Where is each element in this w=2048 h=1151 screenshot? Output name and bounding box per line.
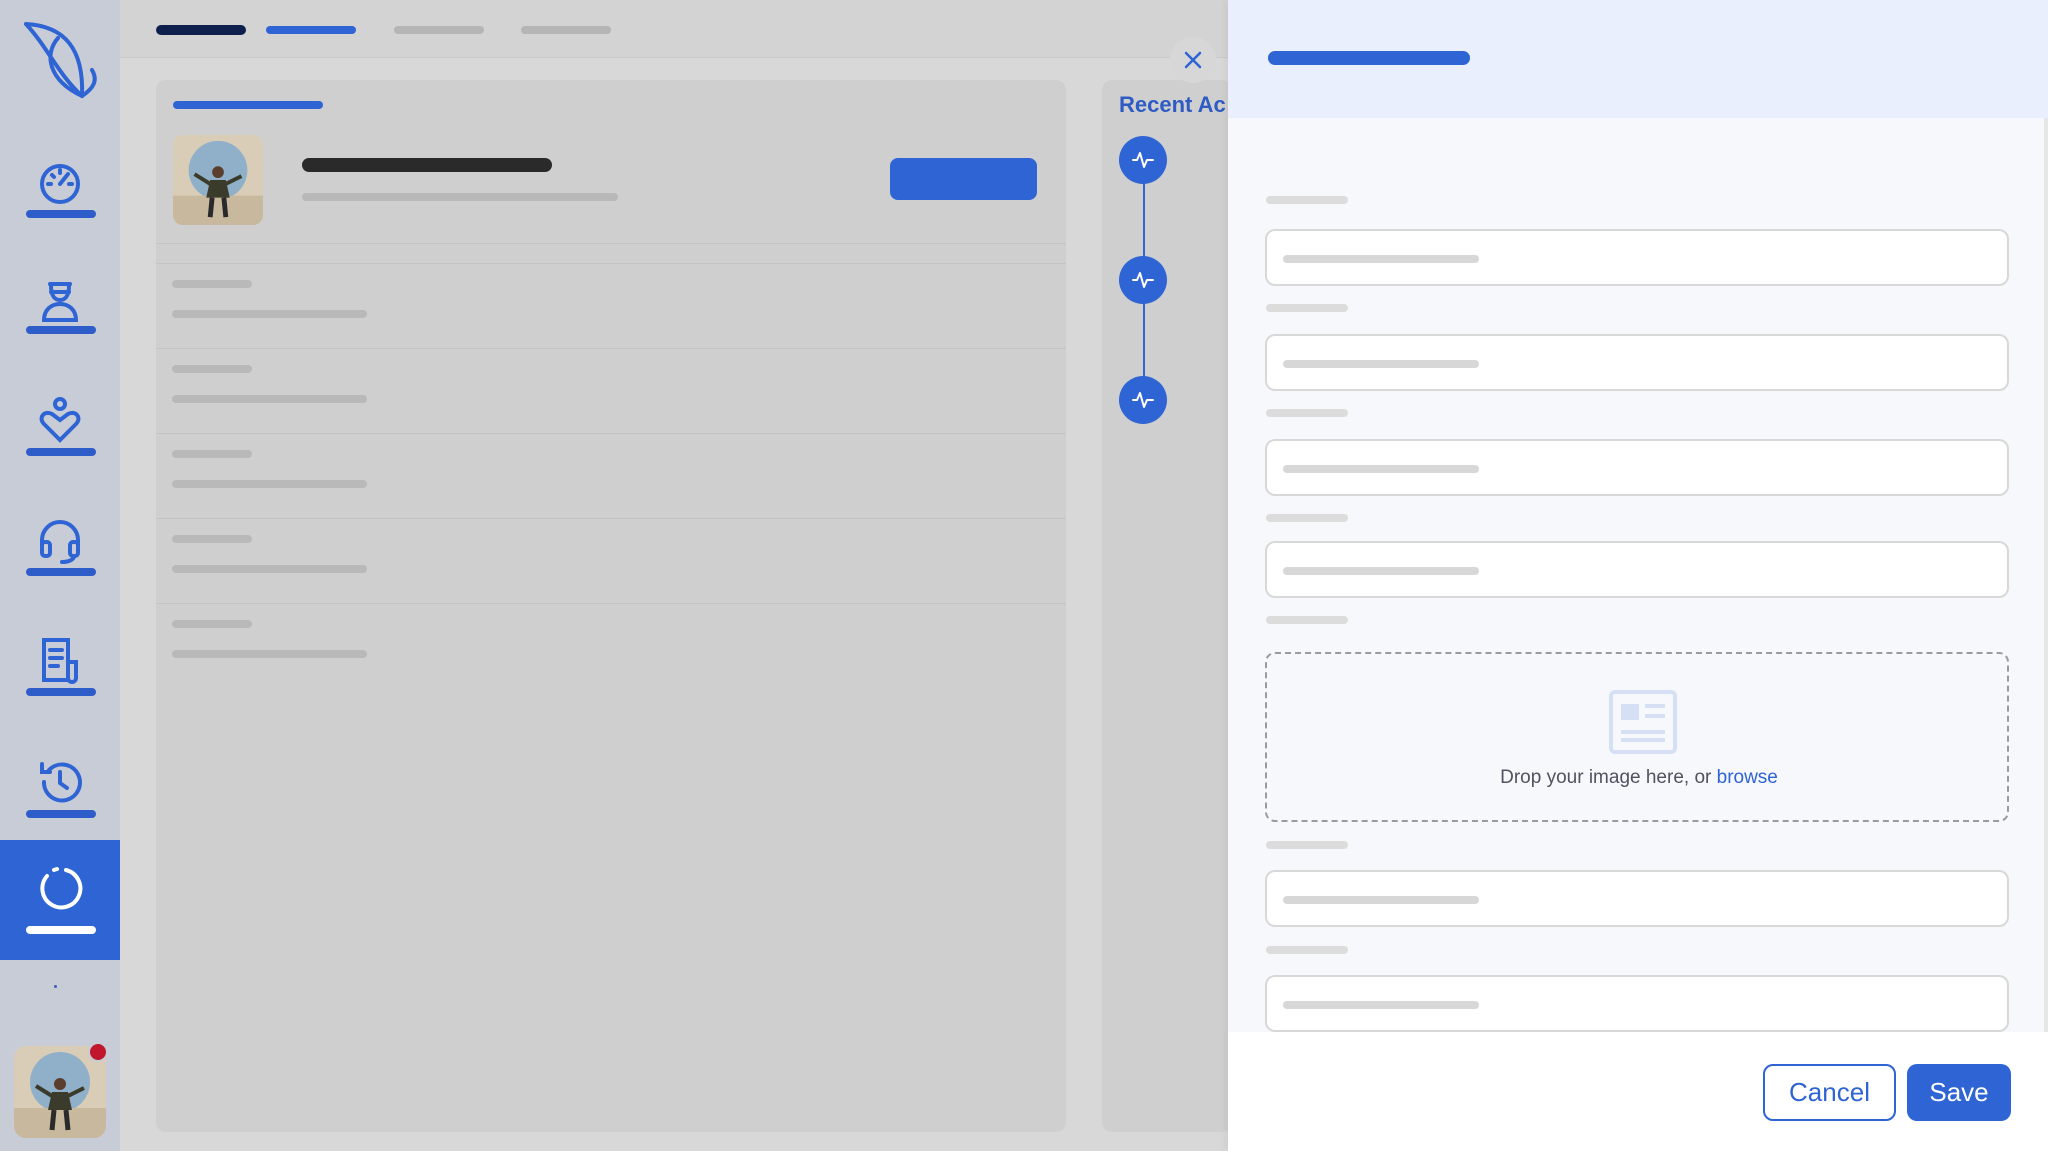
profile-action-button[interactable]: [890, 158, 1037, 200]
sidebar: [0, 0, 120, 1151]
nav-item-active-loading[interactable]: [0, 840, 120, 960]
drawer-scrollbar[interactable]: [2044, 118, 2048, 1032]
info-row-label: [172, 365, 252, 373]
activity-pulse-icon: [1132, 272, 1154, 288]
drawer-footer: Cancel Save: [1228, 1032, 2048, 1151]
nav-label-bar: [26, 448, 96, 456]
dropzone-prompt: Drop your image here, or: [1500, 767, 1717, 788]
recent-activity-title: Recent Ac: [1119, 92, 1226, 117]
profile-avatar: [173, 135, 263, 225]
form-input[interactable]: [1265, 229, 2009, 286]
info-row-value: [172, 395, 367, 403]
nav-label-bar: [26, 810, 96, 818]
top-tabs-bar: [120, 0, 1228, 58]
doctor-icon: [41, 282, 79, 322]
image-dropzone[interactable]: Drop your image here, or browse: [1265, 652, 2009, 822]
nav-label-bar: [26, 568, 96, 576]
info-row: [156, 518, 1066, 603]
info-row-label: [172, 280, 252, 288]
input-placeholder: [1283, 465, 1479, 473]
info-row-label: [172, 620, 252, 628]
card-heading: [173, 101, 323, 109]
nav-item-dashboard[interactable]: [0, 140, 120, 260]
leaf-logo-icon[interactable]: [18, 18, 100, 100]
tab-4[interactable]: [521, 26, 611, 34]
drawer-title: [1268, 51, 1470, 65]
save-button[interactable]: Save: [1907, 1064, 2011, 1121]
input-placeholder: [1283, 360, 1479, 368]
input-placeholder: [1283, 567, 1479, 575]
dropzone-text: Drop your image here, or browse: [1267, 767, 2011, 789]
nav-item-care[interactable]: [0, 378, 120, 498]
nav-label-bar: [26, 210, 96, 218]
input-placeholder: [1283, 1001, 1479, 1009]
info-row: [156, 433, 1066, 518]
close-drawer-button[interactable]: [1170, 37, 1216, 83]
field-label: [1266, 514, 1348, 522]
field-label: [1266, 841, 1348, 849]
info-row: [156, 263, 1066, 348]
image-placeholder-icon: [1609, 690, 1677, 754]
info-row: [156, 348, 1066, 433]
activity-pulse-icon: [1132, 152, 1154, 168]
activity-item[interactable]: [1119, 256, 1167, 304]
profile-subtitle: [302, 193, 618, 201]
drawer-header: [1228, 0, 2048, 118]
cancel-button[interactable]: Cancel: [1763, 1064, 1896, 1121]
form-input[interactable]: [1265, 334, 2009, 391]
activity-pulse-icon: [1132, 392, 1154, 408]
info-row-value: [172, 650, 367, 658]
form-input[interactable]: [1265, 870, 2009, 927]
field-label: [1266, 616, 1348, 624]
close-icon: [1184, 51, 1202, 69]
nav-item-reports[interactable]: [0, 618, 120, 738]
form-input[interactable]: [1265, 439, 2009, 496]
field-label: [1266, 196, 1348, 204]
sidebar-separator-dot: [54, 985, 57, 988]
activity-item[interactable]: [1119, 136, 1167, 184]
profile-name: [302, 158, 552, 172]
input-placeholder: [1283, 255, 1479, 263]
browse-link[interactable]: browse: [1717, 767, 1778, 788]
info-row-label: [172, 450, 252, 458]
profile-card: [156, 80, 1066, 1132]
dashboard-gauge-icon: [40, 164, 80, 204]
loading-spinner-icon: [40, 867, 83, 910]
field-label: [1266, 304, 1348, 312]
nav-item-doctors[interactable]: [0, 258, 120, 378]
edit-drawer: Drop your image here, or browse Cancel S…: [1228, 0, 2048, 1151]
notification-badge: [88, 1042, 108, 1062]
nav-label-bar: [26, 326, 96, 334]
nav-label-bar: [26, 926, 96, 934]
info-row-value: [172, 310, 367, 318]
info-row-value: [172, 480, 367, 488]
info-row-label: [172, 535, 252, 543]
info-row-value: [172, 565, 367, 573]
form-input[interactable]: [1265, 541, 2009, 598]
input-placeholder: [1283, 896, 1479, 904]
history-icon: [40, 762, 82, 803]
activity-item[interactable]: [1119, 376, 1167, 424]
document-report-icon: [42, 638, 78, 684]
nav-item-support[interactable]: [0, 498, 120, 618]
headset-support-icon: [40, 520, 80, 564]
tab-2[interactable]: [266, 26, 356, 34]
field-label: [1266, 409, 1348, 417]
nav-label-bar: [26, 688, 96, 696]
field-label: [1266, 946, 1348, 954]
recent-activity-panel: Recent Ac: [1102, 80, 1232, 1132]
tab-3[interactable]: [394, 26, 484, 34]
tab-1[interactable]: [156, 25, 246, 35]
form-input[interactable]: [1265, 975, 2009, 1032]
info-row: [156, 603, 1066, 688]
heart-care-icon: [39, 397, 81, 443]
